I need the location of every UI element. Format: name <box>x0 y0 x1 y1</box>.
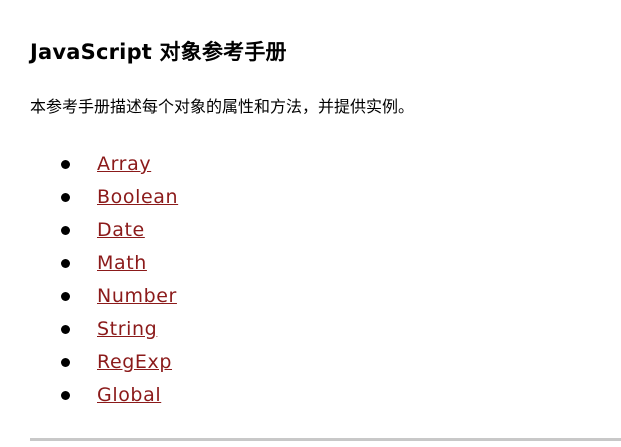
intro-text: 本参考手册描述每个对象的属性和方法，并提供实例。 <box>30 97 415 116</box>
link-number[interactable]: Number <box>97 280 177 313</box>
link-boolean[interactable]: Boolean <box>97 181 178 214</box>
bullet-icon <box>61 193 70 202</box>
page-title: JavaScript 对象参考手册 <box>30 40 287 64</box>
link-string[interactable]: String <box>97 313 157 346</box>
bullet-icon <box>61 292 70 301</box>
bullet-icon <box>61 226 70 235</box>
bullet-icon <box>61 358 70 367</box>
link-array[interactable]: Array <box>97 148 151 181</box>
link-global[interactable]: Global <box>97 379 161 412</box>
bullet-icon <box>61 391 70 400</box>
main-content: JavaScript 对象参考手册 本参考手册描述每个对象的属性和方法，并提供实… <box>0 0 621 447</box>
link-date[interactable]: Date <box>97 214 145 247</box>
bullet-icon <box>61 259 70 268</box>
bullet-icon <box>61 325 70 334</box>
link-regexp[interactable]: RegExp <box>97 346 172 379</box>
link-math[interactable]: Math <box>97 247 147 280</box>
bullet-icon <box>61 160 70 169</box>
bottom-divider <box>30 438 621 441</box>
